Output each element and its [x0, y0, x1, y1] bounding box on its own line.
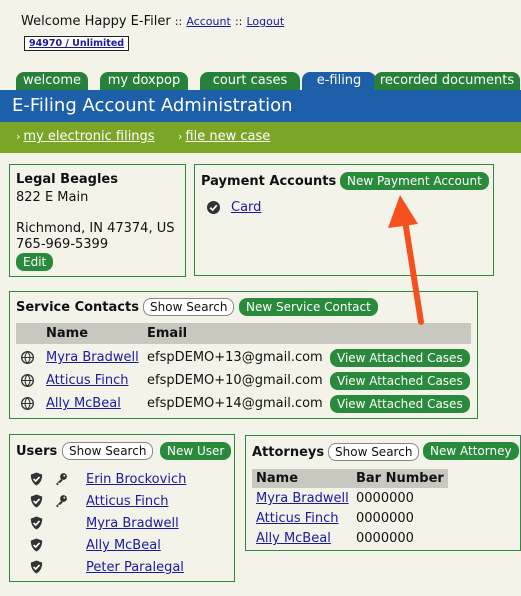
payment-card-link[interactable]: Card: [231, 200, 261, 215]
tab-recorded-documents[interactable]: recorded documents: [374, 72, 520, 90]
separator: ::: [234, 15, 243, 28]
tab-label: welcome: [22, 73, 81, 88]
shield-check-icon: [30, 516, 43, 530]
table-row: Ally McBeal 0000000: [246, 530, 521, 550]
tab-welcome[interactable]: welcome: [16, 72, 88, 90]
users-panel: Users Show Search New User Erin Brockovi…: [9, 434, 235, 582]
page-title-bar: E-Filing Account Administration: [0, 90, 521, 122]
account-badge-link[interactable]: 94970 / Unlimited: [29, 38, 124, 49]
tab-label: recorded documents: [379, 73, 515, 88]
list-item: Atticus Finch: [10, 490, 236, 512]
chevron-right-icon: ›: [178, 130, 183, 143]
subnav-label: my electronic filings: [23, 129, 155, 144]
col-name: Name: [256, 471, 299, 486]
new-user-button[interactable]: New User: [160, 442, 232, 460]
service-contact-email: efspDEMO+13@gmail.com: [147, 350, 323, 365]
attorneys-title: Attorneys: [252, 445, 325, 460]
subnav-file-new-case[interactable]: › file new case: [178, 129, 270, 144]
new-attorney-button[interactable]: New Attorney: [423, 442, 519, 460]
list-item: Myra Bradwell: [10, 512, 236, 534]
attorney-name-link[interactable]: Myra Bradwell: [256, 491, 349, 506]
top-bar: Welcome Happy E-Filer :: Account :: Logo…: [0, 0, 521, 72]
users-show-search-button[interactable]: Show Search: [62, 442, 154, 460]
shield-check-icon: [30, 560, 43, 574]
tab-label: e-filing: [316, 73, 362, 88]
col-bar-number: Bar Number: [356, 471, 444, 486]
firm-panel: Legal Beagles 822 E Main Richmond, IN 47…: [9, 164, 186, 277]
shield-check-icon: [30, 538, 43, 552]
sub-nav: › my electronic filings › file new case: [0, 122, 521, 153]
subnav-label: file new case: [185, 129, 271, 144]
firm-address-line2: Richmond, IN 47374, US: [16, 221, 175, 236]
new-service-contact-button[interactable]: New Service Contact: [239, 298, 378, 316]
service-contact-email: efspDEMO+10@gmail.com: [147, 373, 323, 388]
welcome-text: Welcome Happy E-Filer: [21, 14, 171, 29]
attorney-bar-number: 0000000: [356, 531, 414, 546]
service-contact-name-link[interactable]: Ally McBeal: [46, 396, 121, 411]
table-row: Atticus Finch 0000000: [246, 510, 521, 530]
users-title: Users: [16, 444, 58, 459]
user-name-link[interactable]: Peter Paralegal: [86, 560, 184, 575]
welcome-line: Welcome Happy E-Filer :: Account :: Logo…: [21, 14, 284, 29]
attorney-bar-number: 0000000: [356, 491, 414, 506]
check-circle-icon: [207, 201, 220, 214]
view-attached-cases-button[interactable]: View Attached Cases: [330, 395, 470, 413]
tab-label: my doxpop: [107, 73, 181, 88]
table-row: Myra Bradwell efspDEMO+13@gmail.com View A…: [10, 347, 479, 369]
firm-name: Legal Beagles: [16, 172, 118, 187]
attorneys-panel: Attorneys Show Search New Attorney Name …: [245, 435, 521, 551]
subnav-my-electronic-filings[interactable]: › my electronic filings: [16, 129, 155, 144]
shield-check-icon: [30, 494, 43, 508]
new-payment-account-button[interactable]: New Payment Account: [340, 172, 489, 190]
globe-icon: [21, 374, 34, 387]
logout-link[interactable]: Logout: [247, 15, 285, 28]
service-contact-name-link[interactable]: Myra Bradwell: [46, 350, 139, 365]
globe-icon: [21, 351, 34, 364]
col-email: Email: [147, 326, 188, 341]
firm-address-line1: 822 E Main: [16, 190, 89, 205]
key-icon: [56, 473, 67, 486]
globe-icon: [21, 397, 34, 410]
list-item: Peter Paralegal: [10, 556, 236, 578]
user-name-link[interactable]: Atticus Finch: [86, 494, 169, 509]
table-row: Ally McBeal efspDEMO+14@gmail.com View Att…: [10, 393, 479, 415]
firm-phone: 765-969-5399: [16, 237, 109, 252]
account-link[interactable]: Account: [186, 15, 230, 28]
service-contacts-title: Service Contacts: [16, 300, 139, 315]
payment-accounts-panel: Payment Accounts New Payment Account Car…: [194, 164, 494, 276]
table-row: Atticus Finch efspDEMO+10@gmail.com View A…: [10, 370, 479, 392]
edit-firm-button[interactable]: Edit: [16, 253, 54, 271]
user-name-link[interactable]: Myra Bradwell: [86, 516, 179, 531]
tab-e-filing[interactable]: e-filing: [302, 72, 376, 90]
key-icon: [56, 495, 67, 508]
attorneys-table-header: Name Bar Number: [252, 469, 448, 488]
service-table-header: Name Email: [16, 323, 471, 344]
tab-my-doxpop[interactable]: my doxpop: [100, 72, 188, 90]
tab-label: court cases: [212, 73, 288, 88]
table-row: Myra Bradwell 0000000: [246, 490, 521, 510]
service-contacts-panel: Service Contacts Show Search New Service…: [9, 291, 478, 419]
attorney-name-link[interactable]: Ally McBeal: [256, 531, 331, 546]
list-item: Ally McBeal: [10, 534, 236, 556]
attorney-name-link[interactable]: Atticus Finch: [256, 511, 339, 526]
user-name-link[interactable]: Erin Brockovich: [86, 472, 186, 487]
payment-accounts-title: Payment Accounts: [201, 174, 337, 189]
view-attached-cases-button[interactable]: View Attached Cases: [330, 372, 470, 390]
service-contact-name-link[interactable]: Atticus Finch: [46, 373, 129, 388]
page-title: E-Filing Account Administration: [12, 95, 293, 116]
account-badge[interactable]: 94970 / Unlimited: [24, 36, 130, 51]
chevron-right-icon: ›: [16, 130, 21, 143]
service-contact-email: efspDEMO+14@gmail.com: [147, 396, 323, 411]
view-attached-cases-button[interactable]: View Attached Cases: [330, 349, 470, 367]
tab-court-cases[interactable]: court cases: [200, 72, 300, 90]
service-show-search-button[interactable]: Show Search: [143, 298, 235, 316]
separator: ::: [174, 15, 183, 28]
list-item: Erin Brockovich: [10, 468, 236, 490]
user-name-link[interactable]: Ally McBeal: [86, 538, 161, 553]
shield-check-icon: [30, 472, 43, 486]
attorneys-show-search-button[interactable]: Show Search: [328, 443, 420, 461]
col-name: Name: [46, 326, 89, 341]
attorney-bar-number: 0000000: [356, 511, 414, 526]
